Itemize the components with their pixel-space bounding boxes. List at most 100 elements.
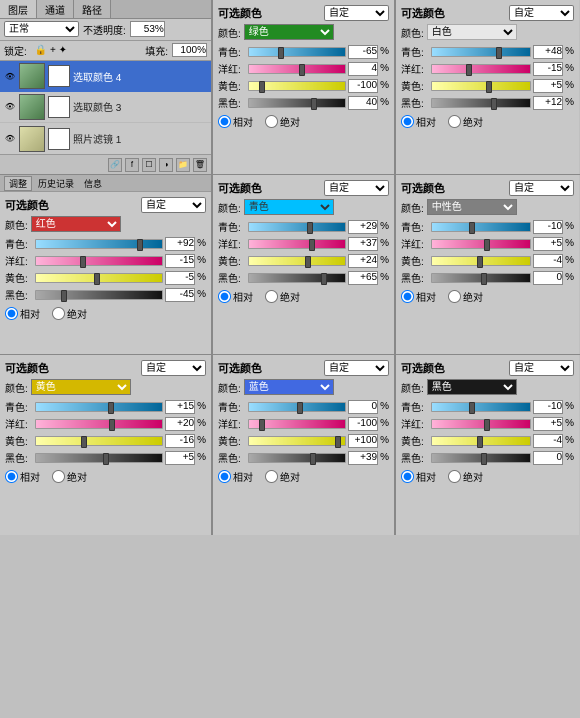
val-bm-magenta[interactable]: [348, 417, 378, 431]
radio-bm-relative[interactable]: 相对: [218, 469, 253, 484]
track-bm-magenta[interactable]: [248, 419, 346, 429]
thumb-tm-cyan[interactable]: [278, 47, 284, 59]
val-ml-magenta[interactable]: [165, 254, 195, 268]
val-bl-black[interactable]: [165, 451, 195, 465]
track-tm-yellow[interactable]: [248, 81, 346, 91]
panel-tr-color-select[interactable]: 白色: [427, 24, 517, 40]
thumb-mr-cyan[interactable]: [469, 222, 475, 234]
track-br-magenta[interactable]: [431, 419, 531, 429]
val-tr-cyan[interactable]: [533, 45, 563, 59]
thumb-tr-yellow[interactable]: [486, 81, 492, 93]
track-ml-cyan[interactable]: [35, 239, 163, 249]
thumb-bl-cyan[interactable]: [108, 402, 114, 414]
track-bm-black[interactable]: [248, 453, 346, 463]
mini-tab-history[interactable]: 历史记录: [34, 177, 78, 190]
panel-bm-color-select[interactable]: 蓝色: [244, 379, 334, 395]
val-tm-yellow[interactable]: [348, 79, 378, 93]
val-br-yellow[interactable]: [533, 434, 563, 448]
panel-mm-preset[interactable]: 自定: [324, 180, 389, 196]
val-tm-black[interactable]: [348, 96, 378, 110]
radio-mm-absolute[interactable]: 绝对: [265, 289, 300, 304]
thumb-mr-black[interactable]: [481, 273, 487, 285]
val-mm-cyan[interactable]: [348, 220, 378, 234]
panel-ml-preset[interactable]: 自定: [141, 197, 206, 213]
panel-tm-color-select[interactable]: 绿色: [244, 24, 334, 40]
thumb-tr-black[interactable]: [491, 98, 497, 110]
thumb-bl-black[interactable]: [103, 453, 109, 465]
val-tr-yellow[interactable]: [533, 79, 563, 93]
layer-item-2[interactable]: 👁 选取颜色 3: [0, 92, 211, 123]
track-mm-magenta[interactable]: [248, 239, 346, 249]
track-ml-magenta[interactable]: [35, 256, 163, 266]
radio-ml-absolute[interactable]: 绝对: [52, 306, 87, 321]
radio-tr-relative[interactable]: 相对: [401, 114, 436, 129]
val-ml-yellow[interactable]: [165, 271, 195, 285]
thumb-ml-magenta[interactable]: [80, 256, 86, 268]
thumb-bm-magenta[interactable]: [259, 419, 265, 431]
track-mr-yellow[interactable]: [431, 256, 531, 266]
val-bl-cyan[interactable]: [165, 400, 195, 414]
radio-ml-relative[interactable]: 相对: [5, 306, 40, 321]
panel-bl-preset[interactable]: 自定: [141, 360, 206, 376]
radio-br-relative[interactable]: 相对: [401, 469, 436, 484]
track-mr-black[interactable]: [431, 273, 531, 283]
track-tr-black[interactable]: [431, 98, 531, 108]
thumb-bm-cyan[interactable]: [297, 402, 303, 414]
mask-icon-btn[interactable]: ☐: [142, 158, 156, 172]
thumb-br-cyan[interactable]: [469, 402, 475, 414]
val-br-cyan[interactable]: [533, 400, 563, 414]
track-bl-yellow[interactable]: [35, 436, 163, 446]
track-tm-magenta[interactable]: [248, 64, 346, 74]
val-bm-yellow[interactable]: [348, 434, 378, 448]
thumb-bm-yellow[interactable]: [335, 436, 341, 448]
val-tr-black[interactable]: [533, 96, 563, 110]
radio-bl-absolute[interactable]: 绝对: [52, 469, 87, 484]
val-bm-black[interactable]: [348, 451, 378, 465]
track-bm-yellow[interactable]: [248, 436, 346, 446]
thumb-ml-yellow[interactable]: [94, 273, 100, 285]
val-tm-cyan[interactable]: [348, 45, 378, 59]
fill-input[interactable]: [172, 43, 207, 57]
thumb-ml-black[interactable]: [61, 290, 67, 302]
mini-tab-adjust[interactable]: 调整: [4, 176, 32, 191]
thumb-tr-magenta[interactable]: [466, 64, 472, 76]
val-mm-magenta[interactable]: [348, 237, 378, 251]
val-bl-yellow[interactable]: [165, 434, 195, 448]
thumb-tm-magenta[interactable]: [299, 64, 305, 76]
thumb-mm-magenta[interactable]: [309, 239, 315, 251]
track-tr-yellow[interactable]: [431, 81, 531, 91]
thumb-bl-yellow[interactable]: [81, 436, 87, 448]
track-br-cyan[interactable]: [431, 402, 531, 412]
track-bl-black[interactable]: [35, 453, 163, 463]
val-mr-magenta[interactable]: [533, 237, 563, 251]
track-tr-cyan[interactable]: [431, 47, 531, 57]
thumb-tr-cyan[interactable]: [496, 47, 502, 59]
track-mm-cyan[interactable]: [248, 222, 346, 232]
panel-tr-preset[interactable]: 自定: [509, 5, 574, 21]
radio-tr-absolute[interactable]: 绝对: [448, 114, 483, 129]
thumb-tm-yellow[interactable]: [259, 81, 265, 93]
thumb-bm-black[interactable]: [310, 453, 316, 465]
radio-bl-relative[interactable]: 相对: [5, 469, 40, 484]
track-tr-magenta[interactable]: [431, 64, 531, 74]
track-tm-cyan[interactable]: [248, 47, 346, 57]
val-ml-black[interactable]: [165, 288, 195, 302]
radio-br-absolute[interactable]: 绝对: [448, 469, 483, 484]
opacity-input[interactable]: [130, 21, 165, 37]
mini-tab-info[interactable]: 信息: [80, 177, 106, 190]
blend-mode-select[interactable]: 正常: [4, 21, 79, 37]
val-mr-black[interactable]: [533, 271, 563, 285]
trash-icon-btn[interactable]: 🗑: [193, 158, 207, 172]
track-ml-yellow[interactable]: [35, 273, 163, 283]
thumb-bl-magenta[interactable]: [109, 419, 115, 431]
thumb-br-yellow[interactable]: [477, 436, 483, 448]
panel-br-preset[interactable]: 自定: [509, 360, 574, 376]
panel-mr-preset[interactable]: 自定: [509, 180, 574, 196]
radio-tm-absolute[interactable]: 绝对: [265, 114, 300, 129]
track-br-black[interactable]: [431, 453, 531, 463]
val-mm-black[interactable]: [348, 271, 378, 285]
radio-bm-absolute[interactable]: 绝对: [265, 469, 300, 484]
radio-mm-relative[interactable]: 相对: [218, 289, 253, 304]
panel-bm-preset[interactable]: 自定: [324, 360, 389, 376]
thumb-tm-black[interactable]: [311, 98, 317, 110]
